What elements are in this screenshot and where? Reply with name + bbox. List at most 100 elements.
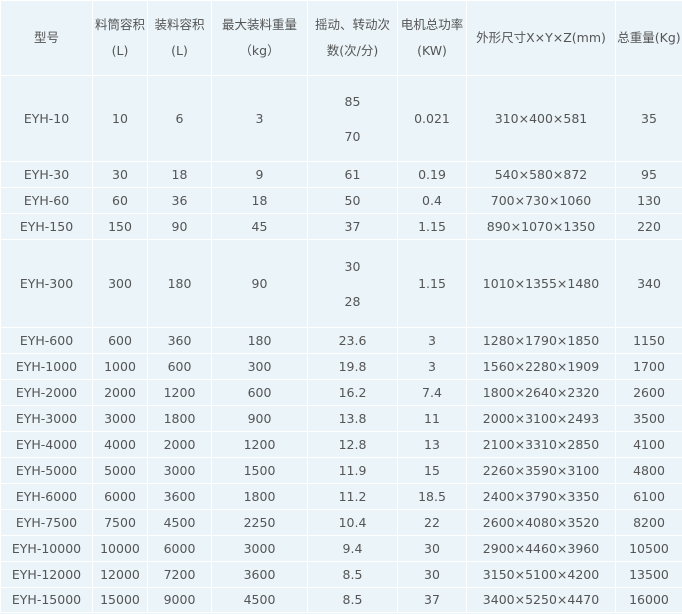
cell-dimensions: 540×580×872 <box>466 161 616 188</box>
cell-max-load: 1500 <box>211 457 308 484</box>
cell-model: EYH-30 <box>0 161 93 188</box>
cell-weight: 95 <box>615 161 682 188</box>
cell-power: 30 <box>397 561 467 588</box>
cell-model: EYH-1000 <box>0 353 93 380</box>
cell-model: EYH-10 <box>0 75 93 162</box>
cell-drum-volume: 30 <box>92 161 148 188</box>
header-line: 型号 <box>33 30 59 45</box>
table-row: EYH-300 300 180 90 30 28 1.15 1010×1355×… <box>0 239 682 328</box>
cell-max-load: 90 <box>211 239 308 328</box>
cell-max-load: 1800 <box>211 483 308 510</box>
cell-max-load: 180 <box>211 327 308 354</box>
cell-power: 30 <box>397 535 467 562</box>
cell-frequency: 11.2 <box>307 483 398 510</box>
cell-drum-volume: 10 <box>92 75 148 162</box>
cell-frequency: 10.4 <box>307 509 398 536</box>
cell-model: EYH-150 <box>0 213 93 240</box>
cell-max-load: 600 <box>211 379 308 406</box>
cell-dimensions: 2260×3590×3100 <box>466 457 616 484</box>
cell-power: 22 <box>397 509 467 536</box>
cell-max-load: 3000 <box>211 535 308 562</box>
cell-max-load: 4500 <box>211 587 308 613</box>
header-line: 总重量(Kg) <box>617 30 681 45</box>
cell-drum-volume: 7500 <box>92 509 148 536</box>
table-body: EYH-10 10 6 3 85 70 0.021 310×400×581 35… <box>0 75 682 613</box>
cell-frequency: 61 <box>307 161 398 188</box>
cell-dimensions: 2000×3100×2493 <box>466 405 616 432</box>
cell-dimensions: 3400×5250×4470 <box>466 587 616 613</box>
cell-dimensions: 2900×4460×3960 <box>466 535 616 562</box>
cell-load-volume: 1800 <box>147 405 212 432</box>
cell-frequency: 23.6 <box>307 327 398 354</box>
cell-power: 18.5 <box>397 483 467 510</box>
cell-model: EYH-3000 <box>0 405 93 432</box>
cell-model: EYH-2000 <box>0 379 93 406</box>
cell-frequency: 30 28 <box>307 239 398 328</box>
table-row: EYH-30 30 18 9 61 0.19 540×580×872 95 <box>0 161 682 188</box>
cell-model: EYH-4000 <box>0 431 93 458</box>
cell-dimensions: 890×1070×1350 <box>466 213 616 240</box>
header-line: 电机总功率 <box>400 17 464 32</box>
cell-max-load: 300 <box>211 353 308 380</box>
cell-dimensions: 1280×1790×1850 <box>466 327 616 354</box>
cell-dimensions: 310×400×581 <box>466 75 616 162</box>
cell-power: 3 <box>397 353 467 380</box>
cell-model: EYH-5000 <box>0 457 93 484</box>
frequency-value: 28 <box>344 293 361 309</box>
cell-max-load: 2250 <box>211 509 308 536</box>
cell-model: EYH-6000 <box>0 483 93 510</box>
cell-drum-volume: 2000 <box>92 379 148 406</box>
table-row: EYH-3000 3000 1800 900 13.8 11 2000×3100… <box>0 405 682 432</box>
cell-dimensions: 1010×1355×1480 <box>466 239 616 328</box>
header-line: (L) <box>171 43 188 58</box>
cell-load-volume: 600 <box>147 353 212 380</box>
header-max-load: 最大装料重量 （kg） <box>211 0 308 76</box>
cell-weight: 13500 <box>615 561 682 588</box>
cell-weight: 10500 <box>615 535 682 562</box>
cell-power: 13 <box>397 431 467 458</box>
cell-weight: 35 <box>615 75 682 162</box>
cell-drum-volume: 300 <box>92 239 148 328</box>
cell-load-volume: 180 <box>147 239 212 328</box>
spec-table: 型号 料筒容积 (L) 装料容积 (L) 最大装料重量 （kg） 摇动、转动次 … <box>0 0 682 613</box>
cell-weight: 6100 <box>615 483 682 510</box>
cell-drum-volume: 5000 <box>92 457 148 484</box>
cell-power: 0.4 <box>397 187 467 214</box>
table-row: EYH-10000 10000 6000 3000 9.4 30 2900×44… <box>0 535 682 562</box>
cell-weight: 4800 <box>615 457 682 484</box>
cell-dimensions: 2400×3790×3350 <box>466 483 616 510</box>
cell-load-volume: 3600 <box>147 483 212 510</box>
header-line: (KW) <box>417 43 447 58</box>
cell-weight: 16000 <box>615 587 682 613</box>
cell-drum-volume: 15000 <box>92 587 148 613</box>
header-power: 电机总功率 (KW) <box>397 0 467 76</box>
cell-frequency: 37 <box>307 213 398 240</box>
cell-weight: 1700 <box>615 353 682 380</box>
cell-weight: 130 <box>615 187 682 214</box>
frequency-value: 70 <box>344 128 361 144</box>
cell-drum-volume: 1000 <box>92 353 148 380</box>
cell-power: 0.19 <box>397 161 467 188</box>
cell-frequency: 8.5 <box>307 587 398 613</box>
cell-frequency: 8.5 <box>307 561 398 588</box>
cell-max-load: 18 <box>211 187 308 214</box>
cell-load-volume: 2000 <box>147 431 212 458</box>
cell-model: EYH-7500 <box>0 509 93 536</box>
cell-dimensions: 2100×3310×2850 <box>466 431 616 458</box>
cell-drum-volume: 150 <box>92 213 148 240</box>
cell-model: EYH-60 <box>0 187 93 214</box>
cell-max-load: 45 <box>211 213 308 240</box>
table-row: EYH-10 10 6 3 85 70 0.021 310×400×581 35 <box>0 75 682 162</box>
cell-frequency: 9.4 <box>307 535 398 562</box>
header-line: 料筒容积 <box>94 17 145 32</box>
cell-model: EYH-300 <box>0 239 93 328</box>
cell-max-load: 3 <box>211 75 308 162</box>
cell-max-load: 1200 <box>211 431 308 458</box>
cell-max-load: 900 <box>211 405 308 432</box>
header-dimensions: 外形尺寸X×Y×Z(mm) <box>466 0 616 76</box>
cell-weight: 1150 <box>615 327 682 354</box>
header-line: 外形尺寸X×Y×Z(mm) <box>476 30 606 45</box>
cell-load-volume: 360 <box>147 327 212 354</box>
cell-frequency: 12.8 <box>307 431 398 458</box>
header-drum-volume: 料筒容积 (L) <box>92 0 148 76</box>
